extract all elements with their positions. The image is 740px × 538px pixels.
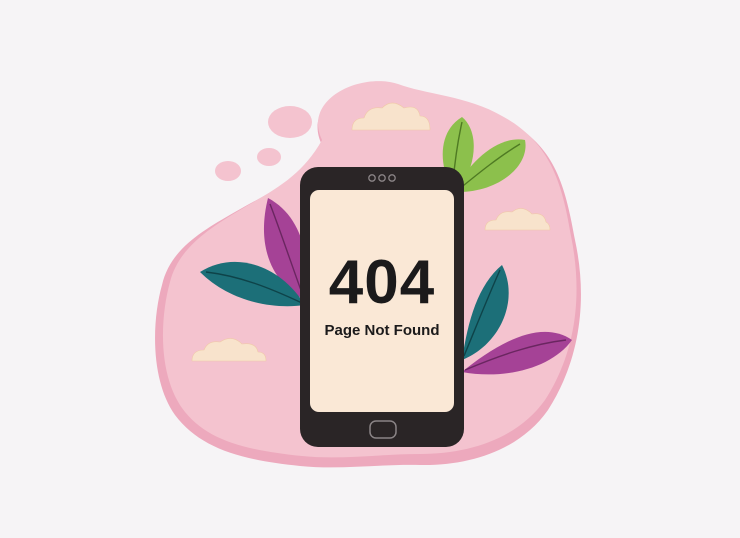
error-code: 404 [328,248,436,317]
floating-bubble-icon [268,106,312,138]
illustration-404: 404 Page Not Found [0,0,740,538]
phone-screen: 404 Page Not Found [311,190,453,410]
error-message: Page Not Found [324,322,440,339]
camera-dots-icon [368,174,396,182]
floating-bubble-icon [257,148,281,166]
home-button-icon [369,420,397,439]
floating-bubble-icon [215,161,241,181]
